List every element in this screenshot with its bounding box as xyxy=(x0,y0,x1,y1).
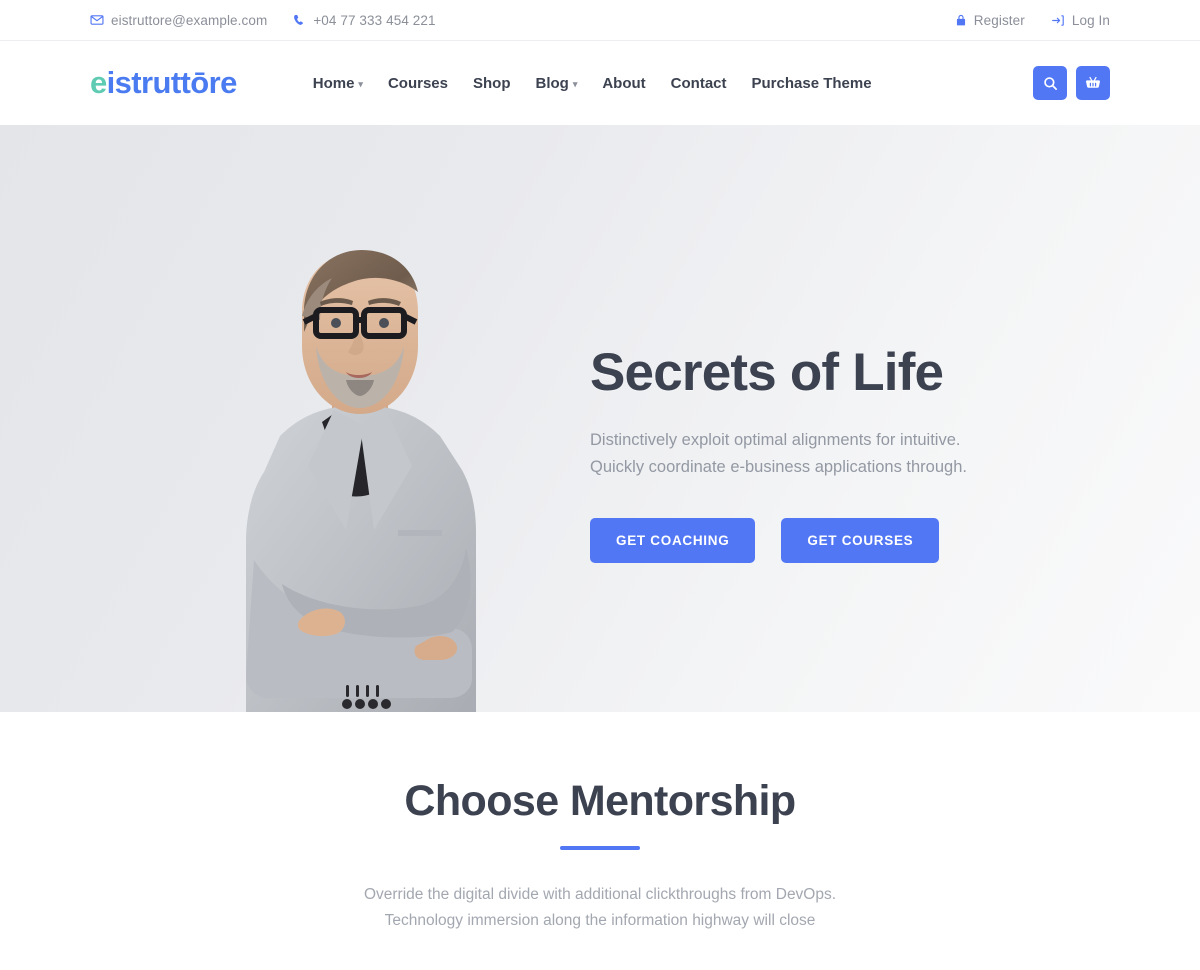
hero-buttons: GET COACHING GET COURSES xyxy=(590,517,1070,563)
nav-label: Courses xyxy=(387,74,448,92)
nav-item-contact[interactable]: Contact xyxy=(671,75,727,92)
lock-icon xyxy=(955,14,967,27)
shopping-basket-icon xyxy=(1085,75,1101,91)
nav-label: Purchase Theme xyxy=(751,74,872,92)
main-navigation: Home ▾ Courses Shop Blog ▾ About Contact… xyxy=(313,75,872,92)
hero-content-wrap: Secrets of Life Distinctively exploit op… xyxy=(0,125,1200,712)
logo-accent-letter: e xyxy=(90,65,107,100)
chevron-down-icon: ▾ xyxy=(358,78,363,89)
title-underline-accent xyxy=(560,846,640,850)
login-link[interactable]: Log In xyxy=(1051,13,1110,28)
nav-item-shop[interactable]: Shop xyxy=(473,75,511,92)
nav-label: Home xyxy=(312,74,355,92)
chevron-down-icon: ▾ xyxy=(572,78,578,89)
logo-text: istruttōre xyxy=(106,65,238,100)
nav-item-courses[interactable]: Courses xyxy=(388,75,448,92)
hero-subtitle-line-1: Distinctively exploit optimal alignments… xyxy=(590,431,961,450)
hero-subtitle: Distinctively exploit optimal alignments… xyxy=(590,427,1070,481)
get-courses-button[interactable]: GET COURSES xyxy=(781,517,940,563)
mentorship-title: Choose Mentorship xyxy=(404,777,796,825)
login-label: Log In xyxy=(1071,12,1110,28)
site-logo[interactable]: eistruttōre xyxy=(90,65,237,101)
register-label: Register xyxy=(973,12,1025,28)
mentorship-section: Choose Mentorship Override the digital d… xyxy=(0,712,1200,970)
nav-label: Contact xyxy=(670,74,727,92)
mentorship-subtitle-line-1: Override the digital divide with additio… xyxy=(363,886,837,903)
mentorship-subtitle-line-2: Technology immersion along the informati… xyxy=(384,911,816,929)
hero-section: Secrets of Life Distinctively exploit op… xyxy=(0,125,1200,712)
email-text: eistruttore@example.com xyxy=(111,12,268,28)
top-contact-bar: eistruttore@example.com +04 77 333 454 2… xyxy=(0,0,1200,41)
phone-link[interactable]: +04 77 333 454 221 xyxy=(293,12,436,28)
header-actions xyxy=(1033,66,1110,100)
nav-label: About xyxy=(602,74,646,92)
hero-subtitle-line-2: Quickly coordinate e-business applicatio… xyxy=(590,458,967,477)
register-link[interactable]: Register xyxy=(955,13,1025,28)
nav-item-blog[interactable]: Blog ▾ xyxy=(535,75,577,92)
nav-label: Blog xyxy=(535,74,569,92)
cart-button[interactable] xyxy=(1076,66,1110,100)
phone-icon xyxy=(293,14,306,27)
email-link[interactable]: eistruttore@example.com xyxy=(90,13,267,28)
envelope-icon xyxy=(90,13,104,27)
search-icon xyxy=(1043,76,1058,91)
mentorship-subtitle: Override the digital divide with additio… xyxy=(90,882,1110,933)
nav-item-about[interactable]: About xyxy=(602,75,645,92)
top-contact-info: eistruttore@example.com +04 77 333 454 2… xyxy=(90,13,436,28)
hero-title: Secrets of Life xyxy=(590,343,944,402)
search-button[interactable] xyxy=(1033,66,1067,100)
login-arrow-icon xyxy=(1051,14,1065,27)
hero-copy: Secrets of Life Distinctively exploit op… xyxy=(590,344,1070,563)
nav-item-home[interactable]: Home ▾ xyxy=(313,75,363,92)
site-header: eistruttōre Home ▾ Courses Shop Blog ▾ A… xyxy=(0,41,1200,125)
phone-text: +04 77 333 454 221 xyxy=(313,12,436,28)
top-account-links: Register Log In xyxy=(955,13,1110,28)
nav-item-purchase-theme[interactable]: Purchase Theme xyxy=(752,75,872,92)
get-coaching-button[interactable]: GET COACHING xyxy=(590,517,756,563)
nav-label: Shop xyxy=(472,74,511,92)
